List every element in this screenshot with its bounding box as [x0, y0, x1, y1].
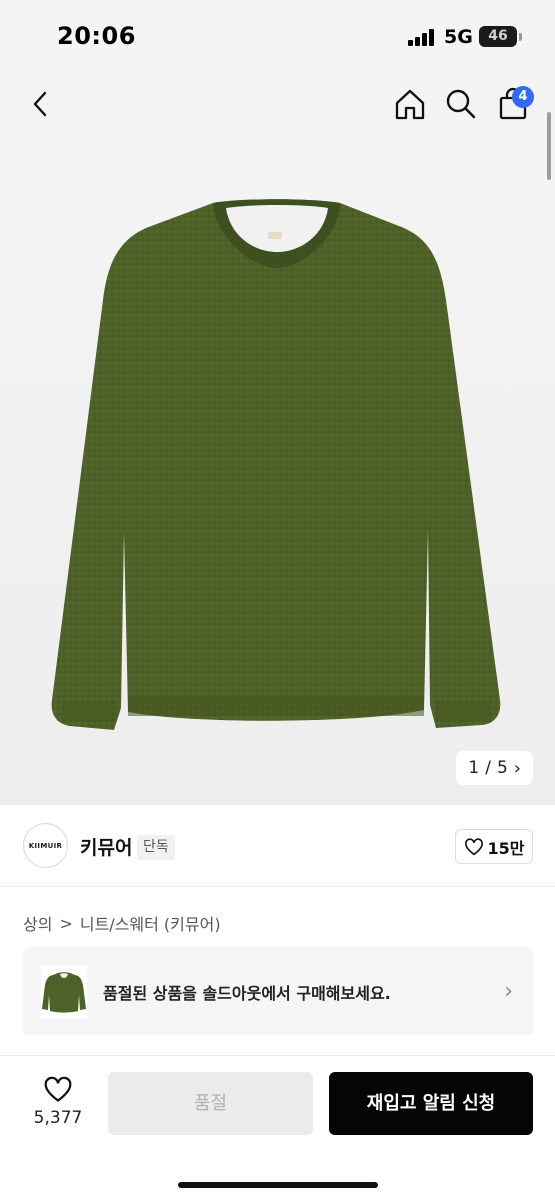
- soldout-button: 품절: [108, 1072, 313, 1135]
- heart-icon: [464, 837, 483, 855]
- search-icon: [446, 89, 476, 119]
- image-current: 1: [468, 758, 480, 778]
- product-image: [51, 199, 501, 730]
- image-counter[interactable]: 1 / 5 ›: [456, 751, 533, 785]
- status-time: 20:06: [57, 22, 136, 50]
- home-indicator: [178, 1182, 378, 1188]
- home-icon: [395, 89, 425, 120]
- product-image-gallery[interactable]: 1 / 5 ›: [0, 140, 555, 805]
- image-total: 5: [496, 758, 508, 778]
- wishlist-button[interactable]: 5,377: [28, 1072, 88, 1132]
- chevron-right-icon: ›: [504, 979, 513, 1004]
- top-nav: [0, 70, 555, 140]
- home-button[interactable]: [392, 86, 428, 122]
- chevron-right-icon: ›: [513, 757, 521, 779]
- brand-like-button[interactable]: 15만: [455, 829, 533, 864]
- chevron-left-icon: [33, 91, 47, 117]
- scroll-indicator: [547, 112, 551, 180]
- cart-count-badge: 4: [512, 86, 534, 108]
- battery-level: 46: [488, 28, 508, 44]
- soldout-banner[interactable]: 품절된 상품을 솔드아웃에서 구매해보세요. ›: [23, 947, 533, 1035]
- breadcrumb-category[interactable]: 상의: [23, 911, 52, 935]
- exclusive-badge: 단독: [137, 835, 175, 860]
- bottom-action-bar: 5,377 품절 재입고 알림 신청: [0, 1055, 555, 1200]
- battery-tip: [519, 33, 522, 41]
- heart-icon: [44, 1076, 72, 1102]
- signal-icon: [408, 28, 436, 46]
- breadcrumb-subcategory[interactable]: 니트/스웨터 (키뮤어): [80, 911, 221, 935]
- breadcrumb: 상의 > 니트/스웨터 (키뮤어): [23, 911, 221, 935]
- status-bar: 20:06 5G 46: [0, 0, 555, 70]
- brand-row: KIIMUIR 키뮤어 단독 15만: [0, 805, 555, 887]
- search-button[interactable]: [443, 86, 479, 122]
- brand-logo[interactable]: KIIMUIR: [23, 823, 68, 868]
- brand-like-count: 15만: [487, 838, 525, 858]
- brand-name[interactable]: 키뮤어: [80, 833, 132, 860]
- battery-icon: 46: [479, 26, 517, 47]
- restock-alert-button[interactable]: 재입고 알림 신청: [329, 1072, 533, 1135]
- wishlist-count: 5,377: [33, 1108, 83, 1128]
- banner-thumbnail: [41, 965, 87, 1019]
- back-button[interactable]: [24, 86, 60, 122]
- network-label: 5G: [444, 26, 473, 48]
- breadcrumb-separator: >: [59, 913, 73, 933]
- image-separator: /: [485, 758, 491, 778]
- banner-text: 품절된 상품을 솔드아웃에서 구매해보세요.: [103, 984, 391, 1003]
